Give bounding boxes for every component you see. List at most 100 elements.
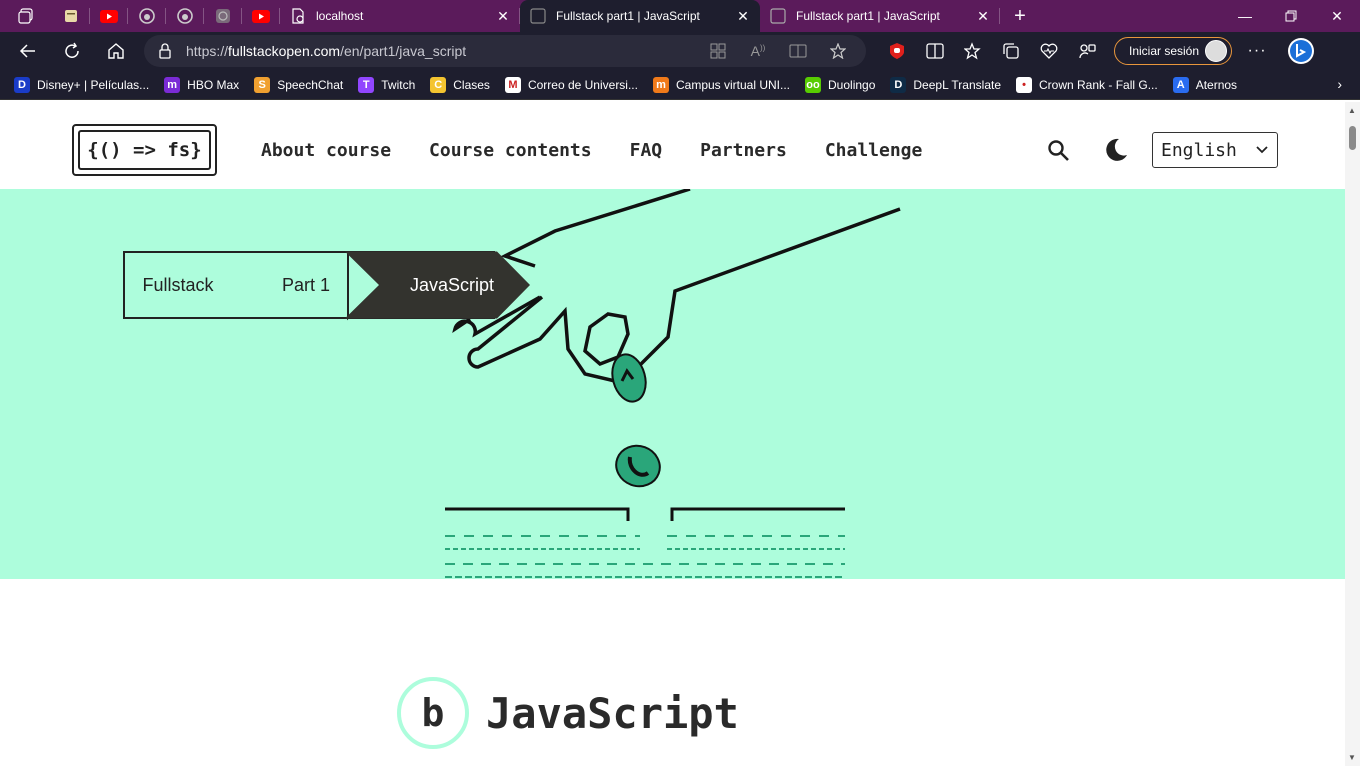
bookmark-item[interactable]: m HBO Max bbox=[164, 76, 239, 93]
breadcrumb-fullstack[interactable]: Fullstack bbox=[123, 251, 233, 319]
bookmark-item[interactable]: M Correo de Universi... bbox=[504, 76, 638, 93]
pinned-tab-youtube[interactable] bbox=[90, 0, 128, 32]
bookmark-favicon-icon: oo bbox=[805, 76, 822, 93]
bookmarks-bar: D Disney+ | Películas... m HBO Max S SpeechCh… bbox=[0, 70, 1360, 100]
nav-course-contents[interactable]: Course contents bbox=[429, 140, 592, 161]
minimize-button[interactable]: — bbox=[1222, 0, 1268, 32]
bookmark-favicon-icon: D bbox=[890, 76, 907, 93]
read-aloud-button[interactable]: A)) bbox=[738, 35, 778, 67]
bookmark-item[interactable]: S SpeechChat bbox=[254, 76, 344, 93]
scroll-down-icon[interactable]: ▼ bbox=[1348, 753, 1356, 762]
scroll-up-icon[interactable]: ▲ bbox=[1348, 106, 1356, 115]
close-window-button[interactable]: ✕ bbox=[1314, 0, 1360, 32]
bookmark-item[interactable]: D Disney+ | Películas... bbox=[14, 76, 150, 93]
bookmark-item[interactable]: D DeepL Translate bbox=[890, 76, 1001, 93]
browser-essentials-button[interactable] bbox=[1030, 32, 1068, 70]
refresh-button[interactable] bbox=[50, 32, 94, 70]
breadcrumb-javascript: JavaScript bbox=[409, 274, 495, 295]
bookmark-label: DeepL Translate bbox=[913, 77, 1001, 92]
site-logo[interactable]: {() => fs} bbox=[72, 124, 217, 176]
bookmark-item[interactable]: A Aternos bbox=[1172, 76, 1237, 93]
bookmark-item[interactable]: T Twitch bbox=[358, 76, 415, 93]
workspaces-button[interactable] bbox=[0, 0, 52, 32]
url-host: fullstackopen.com bbox=[228, 43, 341, 59]
page-scrollbar[interactable]: ▲ ▼ bbox=[1345, 102, 1360, 766]
read-aloud-icon: A)) bbox=[750, 43, 766, 59]
pinned-tab-github[interactable] bbox=[128, 0, 166, 32]
bookmark-label: Duolingo bbox=[828, 77, 876, 92]
tab-title: localhost bbox=[316, 9, 364, 23]
bookmark-label: SpeechChat bbox=[277, 77, 344, 92]
logo-text: {() => fs} bbox=[78, 130, 211, 170]
bing-icon bbox=[1288, 38, 1315, 64]
tab-localhost[interactable]: localhost ✕ bbox=[280, 0, 520, 32]
minimize-icon: — bbox=[1238, 8, 1252, 24]
scrollbar-thumb[interactable] bbox=[1349, 126, 1356, 150]
extensions-button[interactable] bbox=[1068, 32, 1106, 70]
close-tab-icon[interactable]: ✕ bbox=[496, 8, 510, 25]
bookmark-label: Disney+ | Películas... bbox=[37, 77, 150, 92]
restore-button[interactable] bbox=[1268, 0, 1314, 32]
bookmark-favicon-icon: S bbox=[254, 76, 271, 93]
bookmark-label: Campus virtual UNI... bbox=[675, 77, 791, 92]
breadcrumb: Fullstack Part 1 JavaScript bbox=[123, 251, 523, 319]
hand-coin-illustration bbox=[445, 189, 901, 578]
favorite-button[interactable] bbox=[818, 35, 858, 67]
main-nav: About course Course contents FAQ Partner… bbox=[261, 140, 960, 161]
collections-button[interactable] bbox=[992, 32, 1030, 70]
back-button[interactable] bbox=[6, 32, 50, 70]
breadcrumb-part-1[interactable]: Part 1 bbox=[233, 251, 373, 319]
url-text[interactable]: https://fullstackopen.com/en/part1/java_… bbox=[186, 43, 698, 59]
page-icon bbox=[292, 8, 304, 24]
bookmark-favicon-icon: T bbox=[358, 76, 375, 93]
pinned-tab-notes[interactable] bbox=[52, 0, 90, 32]
pinned-tab-chatgpt[interactable] bbox=[204, 0, 242, 32]
plus-icon: + bbox=[1014, 4, 1026, 27]
sign-in-button[interactable]: Iniciar sesión bbox=[1114, 37, 1233, 65]
youtube-icon bbox=[252, 9, 270, 23]
refresh-icon bbox=[65, 42, 79, 58]
adblock-extension-button[interactable] bbox=[878, 32, 916, 70]
tab-title: Fullstack part1 | JavaScript bbox=[556, 9, 700, 23]
bing-copilot-button[interactable] bbox=[1282, 32, 1320, 70]
more-icon: ··· bbox=[1247, 42, 1267, 59]
new-tab-button[interactable]: + bbox=[1000, 0, 1040, 32]
bookmark-item[interactable]: oo Duolingo bbox=[805, 76, 876, 93]
close-icon: ✕ bbox=[1331, 7, 1343, 24]
language-select[interactable]: English bbox=[1152, 132, 1278, 168]
github-icon bbox=[177, 8, 193, 24]
settings-more-button[interactable]: ··· bbox=[1238, 32, 1276, 70]
bookmark-item[interactable]: C Clases bbox=[430, 76, 490, 93]
dark-mode-toggle[interactable] bbox=[1103, 137, 1129, 168]
bookmark-item[interactable]: m Campus virtual UNI... bbox=[652, 76, 791, 93]
pinned-tab-youtube-2[interactable] bbox=[242, 0, 280, 32]
bookmark-favicon-icon: M bbox=[504, 76, 521, 93]
arrow-left-icon bbox=[19, 44, 35, 58]
pinned-tab-github-2[interactable] bbox=[166, 0, 204, 32]
app-available-button[interactable] bbox=[698, 35, 738, 67]
nav-about-course[interactable]: About course bbox=[261, 140, 391, 161]
bookmark-favicon-icon: D bbox=[14, 76, 30, 93]
language-value: English bbox=[1161, 139, 1237, 161]
bookmarks-more-icon[interactable]: › bbox=[1337, 76, 1342, 92]
address-bar[interactable]: https://fullstackopen.com/en/part1/java_… bbox=[144, 35, 866, 67]
home-icon bbox=[108, 43, 124, 59]
avatar bbox=[1205, 40, 1228, 62]
nav-challenge[interactable]: Challenge bbox=[825, 140, 923, 161]
hero-banner: Fullstack Part 1 JavaScript bbox=[0, 189, 1345, 579]
tab-fullstack-active[interactable]: Fullstack part1 | JavaScript ✕ bbox=[520, 0, 760, 32]
favorites-button[interactable] bbox=[954, 32, 992, 70]
tab-fullstack[interactable]: Fullstack part1 | JavaScript ✕ bbox=[760, 0, 1000, 32]
split-screen-button[interactable] bbox=[916, 32, 954, 70]
youtube-icon bbox=[100, 9, 118, 23]
close-tab-icon[interactable]: ✕ bbox=[976, 8, 990, 25]
bookmark-item[interactable]: • Crown Rank - Fall G... bbox=[1016, 76, 1158, 93]
close-tab-icon[interactable]: ✕ bbox=[736, 8, 750, 25]
search-button[interactable] bbox=[1047, 139, 1071, 168]
bookmark-label: Crown Rank - Fall G... bbox=[1039, 77, 1158, 92]
nav-faq[interactable]: FAQ bbox=[630, 140, 663, 161]
immersive-reader-button[interactable] bbox=[778, 35, 818, 67]
nav-partners[interactable]: Partners bbox=[700, 140, 787, 161]
section-title: JavaScript bbox=[486, 688, 739, 738]
home-button[interactable] bbox=[94, 32, 138, 70]
